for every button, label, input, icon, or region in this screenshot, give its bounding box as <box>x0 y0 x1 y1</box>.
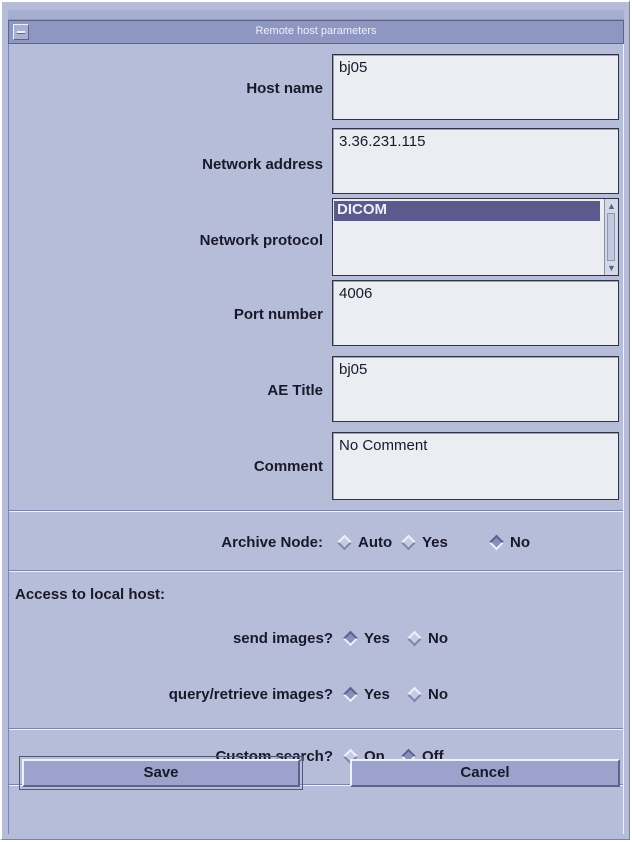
radio-label: Yes <box>364 630 390 647</box>
scroll-up-icon[interactable]: ▲ <box>606 200 617 212</box>
radio-label: Yes <box>422 534 448 551</box>
archive-node-row: Archive Node: Auto Yes No <box>9 534 623 554</box>
radio-on-icon <box>488 534 505 551</box>
network-address-field[interactable]: 3.36.231.115 <box>332 128 619 194</box>
query-retrieve-no-radio[interactable]: No <box>406 686 448 703</box>
access-section-title: Access to local host: <box>15 586 166 603</box>
comment-label: Comment <box>253 458 323 475</box>
port-number-label: Port number <box>233 306 323 323</box>
query-retrieve-yes-radio[interactable]: Yes <box>342 686 390 703</box>
dialog-body: Host name bj05 Network address 3.36.231.… <box>8 44 624 834</box>
send-images-row: send images? Yes No <box>9 630 623 650</box>
query-retrieve-row: query/retrieve images? Yes No <box>9 686 623 706</box>
separator <box>9 728 623 730</box>
title-bar[interactable]: Remote host parameters <box>8 20 624 44</box>
host-name-field[interactable]: bj05 <box>332 54 619 120</box>
network-protocol-list[interactable]: DICOM ▲ ▼ <box>332 198 619 276</box>
comment-field[interactable]: No Comment <box>332 432 619 500</box>
ae-title-label: AE Title <box>267 382 323 399</box>
radio-label: No <box>428 686 448 703</box>
archive-node-auto-radio[interactable]: Auto <box>336 534 393 551</box>
archive-node-yes-radio[interactable]: Yes <box>400 534 448 551</box>
scroll-thumb[interactable] <box>607 213 615 261</box>
radio-off-icon <box>406 630 423 647</box>
radio-off-icon <box>336 534 353 551</box>
network-address-label: Network address <box>202 156 323 173</box>
remote-host-dialog: Remote host parameters Host name bj05 Ne… <box>0 0 630 840</box>
separator <box>9 510 623 512</box>
radio-on-icon <box>342 630 359 647</box>
query-retrieve-label: query/retrieve images? <box>168 686 333 703</box>
ae-title-field[interactable]: bj05 <box>332 356 619 422</box>
scroll-down-icon[interactable]: ▼ <box>606 262 617 274</box>
radio-label: Auto <box>358 534 393 551</box>
send-images-no-radio[interactable]: No <box>406 630 448 647</box>
port-number-field[interactable]: 4006 <box>332 280 619 346</box>
host-name-label: Host name <box>246 80 323 97</box>
separator <box>9 570 623 572</box>
radio-off-icon <box>406 686 423 703</box>
network-protocol-label: Network protocol <box>199 232 323 249</box>
send-images-yes-radio[interactable]: Yes <box>342 630 390 647</box>
archive-node-no-radio[interactable]: No <box>488 534 530 551</box>
list-item-dicom[interactable]: DICOM <box>334 201 600 221</box>
radio-off-icon <box>400 534 417 551</box>
protocol-scrollbar[interactable]: ▲ ▼ <box>604 199 618 275</box>
save-button[interactable]: Save <box>22 759 300 787</box>
send-images-label: send images? <box>232 630 333 647</box>
window-title: Remote host parameters <box>255 25 377 37</box>
radio-on-icon <box>342 686 359 703</box>
radio-label: No <box>510 534 530 551</box>
archive-node-label: Archive Node: <box>221 534 323 551</box>
cancel-button[interactable]: Cancel <box>350 759 620 787</box>
window-top-border <box>8 10 624 20</box>
radio-label: No <box>428 630 448 647</box>
radio-label: Yes <box>364 686 390 703</box>
